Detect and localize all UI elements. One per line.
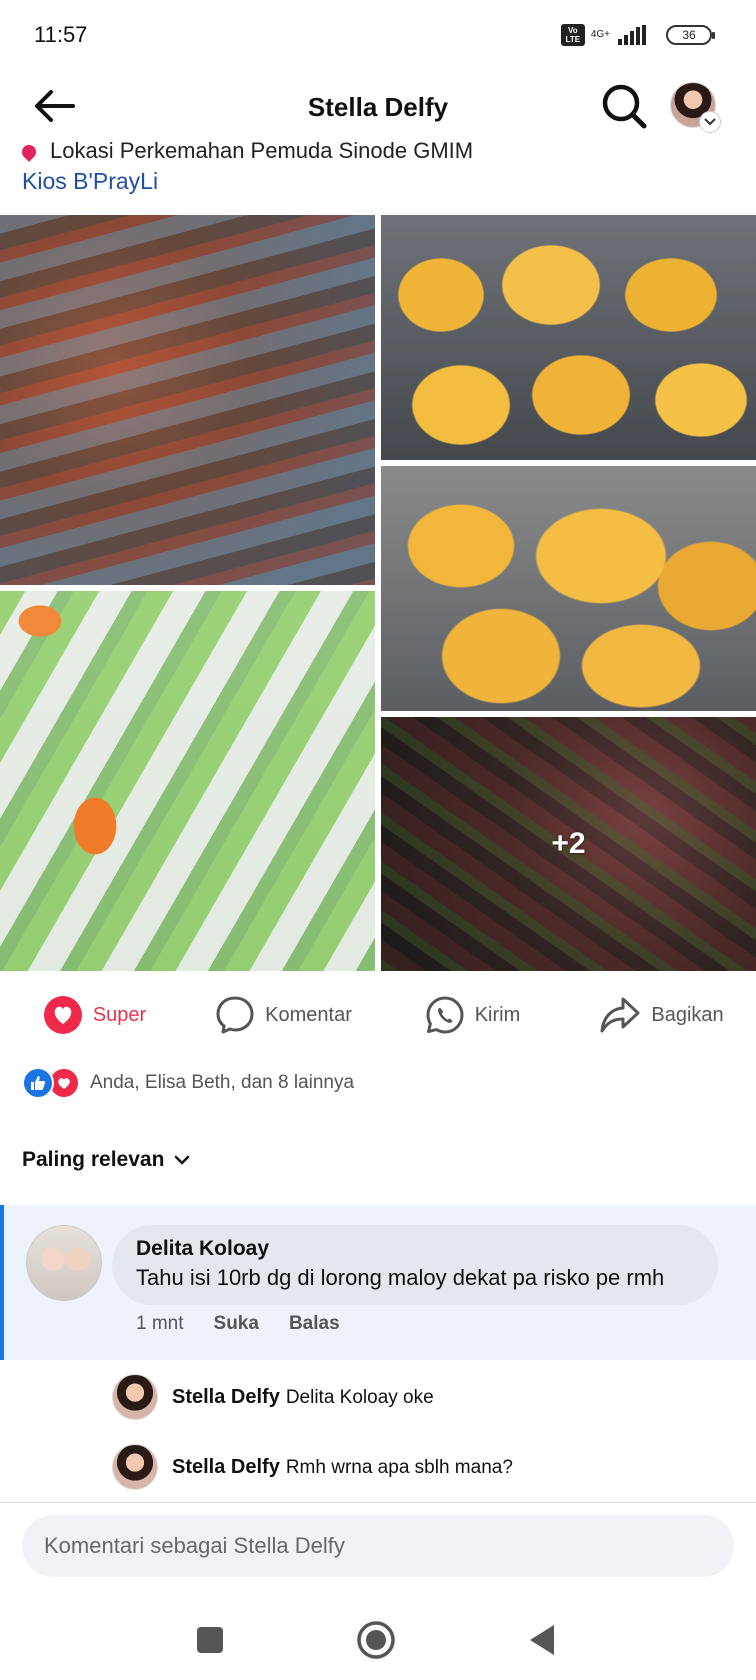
comment-like-button[interactable]: Suka [214,1313,259,1335]
location-text: Lokasi Perkemahan Pemuda Sinode GMIM [50,138,474,163]
commenter-avatar[interactable] [26,1225,102,1301]
triangle-back-icon [530,1625,554,1655]
reply-item[interactable]: Stella Delfy Delita Koloay oke [112,1373,434,1421]
post-link[interactable]: Kios B'PrayLi [22,168,158,195]
search-button[interactable] [598,80,650,132]
system-nav-bar [0,1600,756,1680]
comment-button[interactable]: Komentar [189,985,378,1045]
pin-icon [22,142,39,163]
square-icon [197,1627,223,1653]
super-label: Super [92,1003,147,1026]
home-button[interactable] [350,1614,402,1666]
comment-input[interactable]: Komentari sebagai Stella Delfy [22,1515,734,1577]
comment-bubble-icon [216,996,254,1034]
comment-time: 1 mnt [136,1313,184,1334]
more-photos-overlay: +2 [381,717,756,971]
comment-sort-dropdown[interactable]: Paling relevan [22,1148,190,1172]
share-label: Bagikan [651,1003,724,1026]
share-arrow-icon [600,997,640,1033]
post-photo-fried-tofu[interactable] [381,215,756,460]
reply-avatar[interactable] [112,1444,158,1490]
volte-icon: Vo LTE [560,24,585,46]
battery-icon: 36 [666,25,715,45]
comment-author[interactable]: Delita Koloay [136,1237,694,1261]
battery-level: 36 [682,28,696,42]
post-location: Lokasi Perkemahan Pemuda Sinode GMIM [22,138,742,164]
comment-item: Delita Koloay Tahu isi 10rb dg di lorong… [0,1205,756,1360]
signal-icon [618,25,646,45]
comment-reply-button[interactable]: Balas [289,1313,340,1335]
search-icon [602,84,647,129]
reactions-summary[interactable]: Anda, Elisa Beth, dan 8 lainnya [22,1066,354,1100]
status-indicators: Vo LTE 4G+ 36 [560,24,715,46]
sort-label: Paling relevan [22,1148,165,1171]
send-whatsapp-button[interactable]: Kirim [378,985,567,1045]
comment-bubble[interactable]: Delita Koloay Tahu isi 10rb dg di lorong… [112,1225,718,1305]
home-circle-icon [357,1621,395,1659]
heart-icon [43,996,82,1034]
back-nav-button[interactable] [516,1614,568,1666]
post-photo-vegetable-soup[interactable] [0,591,375,971]
more-photos-count: +2 [551,827,586,860]
divider [0,1502,756,1503]
status-bar: 11:57 Vo LTE 4G+ 36 [0,0,756,70]
share-button[interactable]: Bagikan [567,985,756,1045]
like-reaction-icon [22,1067,54,1099]
network-type: 4G+ [590,29,610,40]
comment-input-placeholder: Komentari sebagai Stella Delfy [44,1533,345,1558]
post-action-bar: Super Komentar Kirim Bagikan [0,985,756,1045]
whatsapp-icon [426,996,464,1034]
super-reaction-button[interactable]: Super [0,985,189,1045]
reply-avatar[interactable] [112,1374,158,1420]
status-time: 11:57 [34,22,88,47]
chevron-down-icon [175,1155,190,1165]
reply-text: Delita Koloay oke [285,1386,434,1408]
volte-top-label: Vo [567,26,578,35]
reply-text: Rmh wrna apa sblh mana? [285,1456,513,1478]
reactions-text: Anda, Elisa Beth, dan 8 lainnya [90,1072,355,1093]
comment-label: Komentar [265,1003,352,1026]
app-header: Stella Delfy [0,70,756,142]
chevron-down-icon [700,112,720,132]
recents-button[interactable] [184,1614,236,1666]
profile-avatar-button[interactable] [670,82,720,132]
comment-text: Tahu isi 10rb dg di lorong maloy dekat p… [136,1265,665,1290]
post-photo-fritters[interactable] [381,466,756,711]
volte-bottom-label: LTE [565,35,581,44]
reply-author[interactable]: Stella Delfy [172,1456,280,1478]
post-photo-more[interactable]: +2 [381,717,756,971]
send-label: Kirim [474,1003,521,1026]
reply-author[interactable]: Stella Delfy [172,1386,280,1408]
post-photo-fish[interactable] [0,215,375,585]
comment-meta: 1 mnt Suka Balas [136,1313,340,1335]
reply-item[interactable]: Stella Delfy Rmh wrna apa sblh mana? [112,1443,513,1491]
